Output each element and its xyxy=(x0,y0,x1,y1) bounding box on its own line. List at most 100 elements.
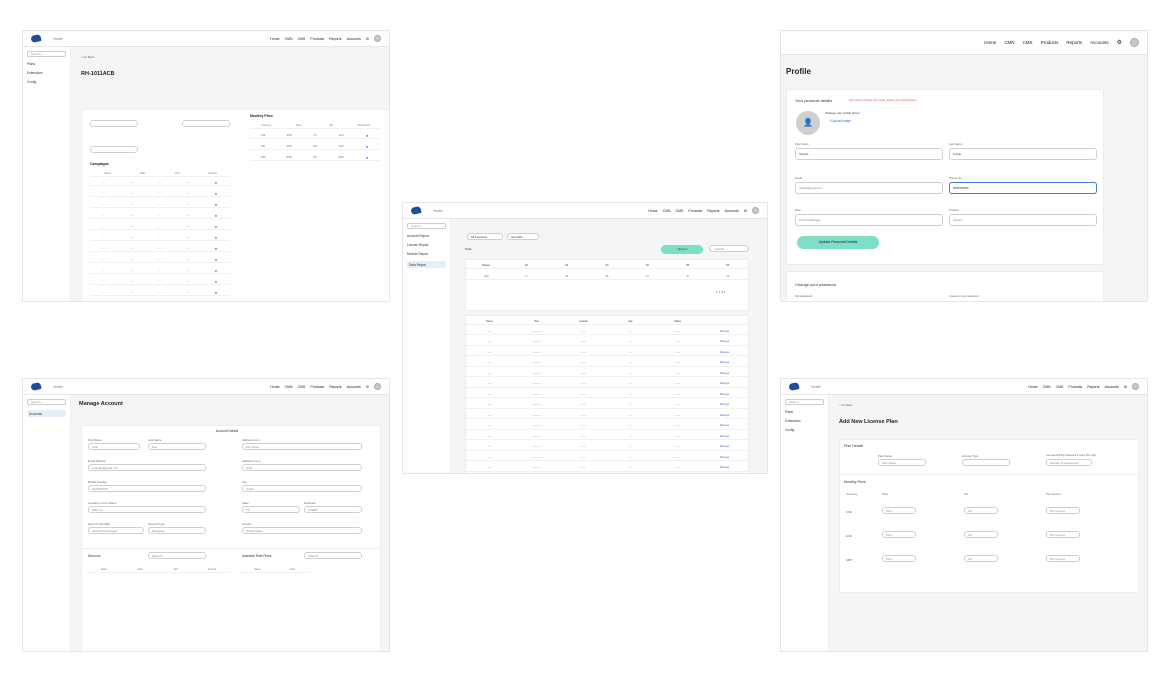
sidebar-item-extensions[interactable]: Extensions xyxy=(785,419,824,423)
gear-icon[interactable]: ⚙ xyxy=(744,209,747,213)
address1-input[interactable]: 123 Street xyxy=(242,443,362,450)
manage-link[interactable]: Manage xyxy=(701,361,748,364)
first-name-input[interactable]: John xyxy=(88,443,140,450)
avatar[interactable] xyxy=(752,207,759,214)
nav-cmn[interactable]: CMN xyxy=(1043,385,1051,389)
nav-products[interactable]: Products xyxy=(688,209,702,213)
nav-accounts[interactable]: Accounts xyxy=(724,209,738,213)
nav-reports[interactable]: Reports xyxy=(707,209,719,213)
export-button[interactable]: ⤓ Export xyxy=(661,245,703,254)
mobile-input[interactable]: 0123456789 xyxy=(88,485,206,492)
nav-cmn[interactable]: CMN xyxy=(285,385,293,389)
search-input[interactable]: Search... xyxy=(407,223,446,229)
first-name-input[interactable]: Shyesh xyxy=(795,148,943,160)
avatar-placeholder-icon[interactable]: 👤 xyxy=(796,111,820,135)
search-input[interactable]: Search... xyxy=(27,399,66,405)
sidebar-item-plans[interactable]: Plans xyxy=(27,62,66,66)
last-name-input[interactable]: Doe xyxy=(148,443,206,450)
city-input[interactable]: Austin xyxy=(242,485,362,492)
plan-field[interactable] xyxy=(90,120,138,127)
manage-link[interactable]: Manage xyxy=(701,414,748,417)
back-link[interactable]: < Go Back xyxy=(839,403,852,407)
email-input[interactable]: example@gmail.com xyxy=(88,464,206,471)
pager[interactable]: 1-1 of 1 xyxy=(716,290,726,294)
tax-input[interactable]: Tax xyxy=(964,555,998,562)
manage-link[interactable]: Manage xyxy=(701,445,748,448)
nav-accounts[interactable]: Accounts xyxy=(1090,40,1109,45)
nav-cms[interactable]: CMS xyxy=(298,37,306,41)
search-input[interactable]: Search... xyxy=(785,399,824,405)
type-select[interactable]: Enterprise xyxy=(148,527,206,534)
sidebar-item-extensions[interactable]: Extensions xyxy=(27,71,66,75)
nav-cms[interactable]: CMS xyxy=(1056,385,1064,389)
avatar[interactable] xyxy=(1130,38,1139,47)
per-amount-input[interactable]: Per Amount xyxy=(1046,531,1080,538)
manage-link[interactable]: Manage xyxy=(701,424,748,427)
sidebar-item-config[interactable]: Config xyxy=(27,80,66,84)
manage-link[interactable]: Manage xyxy=(701,435,748,438)
manage-link[interactable]: Manage xyxy=(701,466,748,469)
company-input[interactable]: RMC Inc xyxy=(88,506,206,513)
avatar[interactable] xyxy=(374,35,381,42)
price-input[interactable]: Price xyxy=(882,507,916,514)
nav-accounts[interactable]: Accounts xyxy=(1104,385,1118,389)
report-search-input[interactable]: ⌕ Search xyxy=(709,245,749,252)
nav-home[interactable]: Home xyxy=(984,40,996,45)
nav-cms[interactable]: CMS xyxy=(298,385,306,389)
upload-image-link[interactable]: ⤒ Upload image xyxy=(829,119,851,123)
address2-input[interactable]: Suite xyxy=(242,464,362,471)
manage-link[interactable]: Manage xyxy=(701,393,748,396)
search-input[interactable]: Search... xyxy=(27,51,66,57)
nav-products[interactable]: Products xyxy=(1041,40,1059,45)
sidebar-item-license-report[interactable]: License Report xyxy=(407,243,446,247)
avatar[interactable] xyxy=(1132,383,1139,390)
nav-home[interactable]: Home xyxy=(1028,385,1037,389)
update-details-button[interactable]: Update Personal Details xyxy=(797,236,879,249)
specialty-select[interactable]: Internal Physiologist xyxy=(88,527,144,534)
phone-input[interactable]: 5555555555 xyxy=(949,182,1097,194)
nav-cms[interactable]: CMS xyxy=(1023,40,1033,45)
state-input[interactable]: TX xyxy=(242,506,300,513)
last-name-input[interactable]: Kumar xyxy=(949,148,1097,160)
tax-input[interactable]: Tax xyxy=(964,531,998,538)
nav-products[interactable]: Products xyxy=(310,385,324,389)
manage-link[interactable]: Manage xyxy=(701,351,748,354)
nav-cmn[interactable]: CMN xyxy=(285,37,293,41)
price-input[interactable]: Price xyxy=(882,531,916,538)
tax-input[interactable]: Tax xyxy=(964,507,998,514)
discount-select[interactable]: Select PI xyxy=(148,552,206,559)
email-input[interactable]: mikedl@gmail.com xyxy=(795,182,943,194)
gear-icon[interactable]: ⚙ xyxy=(366,385,369,389)
sidebar-item-account-report[interactable]: Account Report xyxy=(407,234,446,238)
manage-link[interactable]: Manage xyxy=(701,456,748,459)
nav-accounts[interactable]: Accounts xyxy=(346,37,360,41)
sidebar-item-data-report[interactable]: Data Report xyxy=(407,261,446,268)
count-field[interactable] xyxy=(90,146,138,153)
manage-link[interactable]: Manage xyxy=(701,340,748,343)
nav-home[interactable]: Home xyxy=(270,37,279,41)
sidebar-item-config[interactable]: Config xyxy=(785,428,824,432)
nav-products[interactable]: Products xyxy=(310,37,324,41)
nav-reports[interactable]: Reports xyxy=(329,37,341,41)
nav-reports[interactable]: Reports xyxy=(1087,385,1099,389)
nav-cmn[interactable]: CMN xyxy=(663,209,671,213)
role-input[interactable]: Product Manager xyxy=(795,214,943,226)
sidebar-item-accounts[interactable]: Accounts xyxy=(27,410,66,417)
sidebar-item-module-report[interactable]: Module Report xyxy=(407,252,446,256)
zip-input[interactable]: 123456 xyxy=(304,506,362,513)
position-input[interactable]: position xyxy=(949,214,1097,226)
country-filter[interactable]: All Countries xyxy=(467,233,503,240)
gear-icon[interactable]: ⚙ xyxy=(366,37,369,41)
manage-link[interactable]: Manage xyxy=(701,403,748,406)
nav-cms[interactable]: CMS xyxy=(676,209,684,213)
per-amount-input[interactable]: Per Amount xyxy=(1046,555,1080,562)
plan-name-input[interactable]: Plan Name xyxy=(878,459,926,466)
date-filter[interactable]: Jan 2021 xyxy=(507,233,539,240)
avatar[interactable] xyxy=(374,383,381,390)
manage-link[interactable]: Manage xyxy=(701,382,748,385)
nav-cmn[interactable]: CMN xyxy=(1004,40,1014,45)
nav-products[interactable]: Products xyxy=(1068,385,1082,389)
nav-accounts[interactable]: Accounts xyxy=(346,385,360,389)
sidebar-item-plans[interactable]: Plans xyxy=(785,410,824,414)
nav-reports[interactable]: Reports xyxy=(329,385,341,389)
